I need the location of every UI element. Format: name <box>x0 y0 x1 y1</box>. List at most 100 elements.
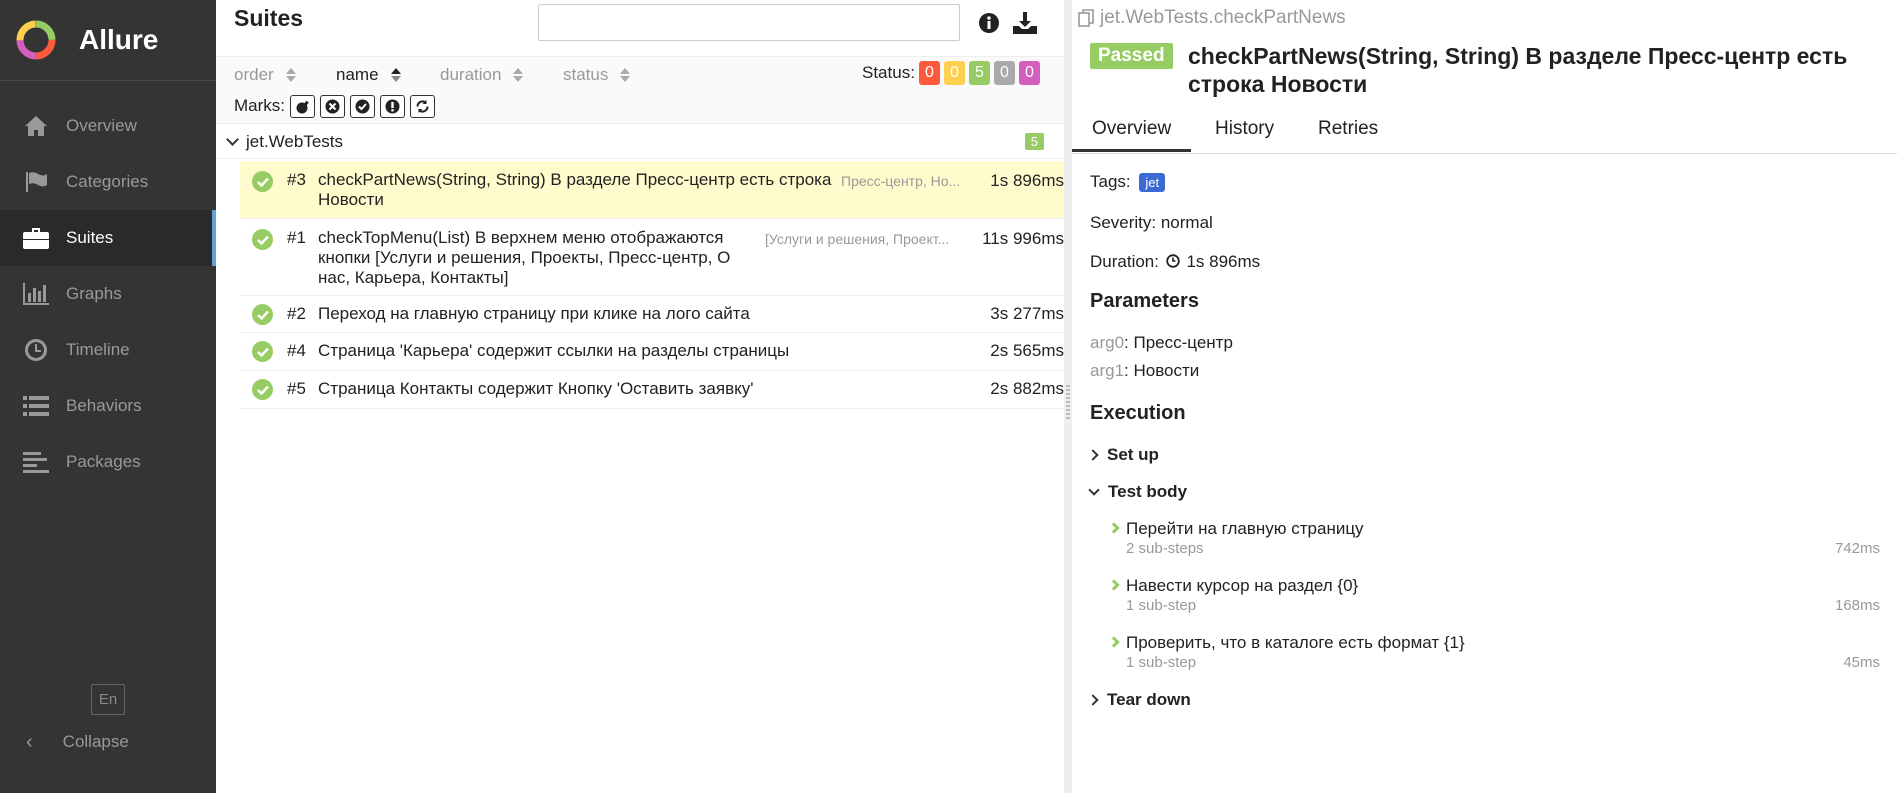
test-params: [Услуги и решения, Проект... <box>765 231 950 247</box>
status-badge-unknown[interactable]: 0 <box>1019 61 1040 85</box>
flag-icon <box>22 170 50 194</box>
test-body-section[interactable]: Test body <box>1088 482 1187 502</box>
status-badge-skipped[interactable]: 0 <box>994 61 1015 85</box>
test-row[interactable]: #1 checkTopMenu(List) В верхнем меню ото… <box>240 219 1064 296</box>
test-row[interactable]: #2 Переход на главную страницу при клике… <box>240 296 1064 333</box>
briefcase-icon <box>22 226 50 250</box>
sort-arrows-icon <box>620 67 631 83</box>
sidebar-item-overview[interactable]: Overview <box>0 98 216 154</box>
sidebar-item-graphs[interactable]: Graphs <box>0 266 216 322</box>
tab-retries[interactable]: Retries <box>1318 118 1378 152</box>
app-name: Allure <box>79 24 159 55</box>
status-badge-passed[interactable]: 5 <box>969 61 990 85</box>
sidebar-item-packages[interactable]: Packages <box>0 434 216 490</box>
tag-badge[interactable]: jet <box>1139 173 1166 192</box>
sort-status[interactable]: status <box>563 65 631 85</box>
sidebar: Allure Overview Categories Suites Graphs <box>0 0 216 793</box>
sort-arrows-icon <box>390 67 401 83</box>
sort-label: order <box>234 65 274 84</box>
test-row[interactable]: #4 Страница 'Карьера' содержит ссылки на… <box>240 333 1064 371</box>
new-failed-mark-icon[interactable] <box>320 95 345 118</box>
status-badge-broken[interactable]: 0 <box>944 61 965 85</box>
sort-order[interactable]: order <box>234 65 296 85</box>
step-substeps: 2 sub-steps <box>1126 540 1204 557</box>
status-badge: Passed <box>1090 43 1173 69</box>
sidebar-item-categories[interactable]: Categories <box>0 154 216 210</box>
sidebar-item-behaviors[interactable]: Behaviors <box>0 378 216 434</box>
clock-icon <box>22 338 50 362</box>
sidebar-item-timeline[interactable]: Timeline <box>0 322 216 378</box>
passed-check-icon <box>252 304 273 325</box>
param-key: arg0 <box>1090 333 1125 352</box>
sort-label: status <box>563 65 609 84</box>
sidebar-item-label: Graphs <box>66 284 122 303</box>
chevron-right-icon <box>1108 579 1120 591</box>
new-passed-mark-icon[interactable] <box>350 95 375 118</box>
step-substeps: 1 sub-step <box>1126 597 1197 614</box>
param-row: arg0: Пресс-центр <box>1090 333 1233 352</box>
new-broken-mark-icon[interactable] <box>380 95 405 118</box>
duration-value: 1s 896ms <box>1186 252 1261 271</box>
teardown-section[interactable]: Tear down <box>1087 690 1191 710</box>
sort-arrows-icon <box>285 67 296 83</box>
list-icon <box>22 394 50 418</box>
param-value: Пресс-центр <box>1133 333 1233 352</box>
suites-pane: Suites order name duration status Status… <box>216 0 1064 793</box>
passed-check-icon <box>252 171 273 192</box>
chevron-right-icon <box>1087 449 1099 461</box>
step-title: Навести курсор на раздел {0} <box>1126 576 1359 595</box>
step-duration: 45ms <box>1843 654 1880 671</box>
copy-icon <box>1078 9 1094 27</box>
info-icon[interactable] <box>978 12 1000 34</box>
test-name: checkTopMenu(List) В верхнем меню отобра… <box>318 228 731 287</box>
sort-duration[interactable]: duration <box>440 65 524 85</box>
sidebar-item-label: Behaviors <box>66 396 142 415</box>
download-icon[interactable] <box>1013 12 1037 34</box>
test-list: #3 checkPartNews(String, String) В разде… <box>240 161 1064 409</box>
sidebar-item-label: Timeline <box>66 340 130 359</box>
chevron-right-icon <box>1087 694 1099 706</box>
setup-section[interactable]: Set up <box>1087 445 1159 465</box>
tab-history[interactable]: History <box>1215 118 1274 152</box>
test-name: Страница 'Карьера' содержит ссылки на ра… <box>318 341 790 360</box>
retries-mark-icon[interactable] <box>410 95 435 118</box>
tab-overview[interactable]: Overview <box>1071 118 1192 152</box>
marks-label: Marks: <box>234 96 285 115</box>
chevron-down-icon <box>226 133 239 146</box>
suite-group-name: jet.WebTests <box>246 132 344 151</box>
test-number: #3 <box>287 170 306 189</box>
home-icon <box>22 114 50 138</box>
suite-group-row[interactable]: jet.WebTests 5 <box>216 125 1064 159</box>
bar-chart-icon <box>22 282 50 306</box>
test-duration: 1s 896ms <box>990 171 1064 190</box>
clock-icon <box>1166 254 1180 268</box>
test-full-path[interactable]: jet.WebTests.checkPartNews <box>1078 7 1346 29</box>
sidebar-item-suites[interactable]: Suites <box>0 210 216 266</box>
test-row[interactable]: #5 Страница Контакты содержит Кнопку 'Ос… <box>240 371 1064 409</box>
test-row[interactable]: #3 checkPartNews(String, String) В разде… <box>240 161 1064 219</box>
collapse-button[interactable]: ‹ Collapse <box>0 726 129 758</box>
flaky-mark-icon[interactable] <box>290 95 315 118</box>
test-name: Страница Контакты содержит Кнопку 'Остав… <box>318 379 754 398</box>
step-duration: 742ms <box>1834 540 1880 557</box>
step-row[interactable]: Перейти на главную страницу 2 sub-steps … <box>1108 519 1880 563</box>
tags-label: Tags: <box>1090 172 1131 191</box>
test-duration: 11s 996ms <box>982 229 1064 248</box>
language-button[interactable]: En <box>91 684 125 715</box>
page-title: Suites <box>234 5 304 31</box>
step-row[interactable]: Навести курсор на раздел {0} 1 sub-step … <box>1108 576 1880 620</box>
step-row[interactable]: Проверить, что в каталоге есть формат {1… <box>1108 633 1880 677</box>
status-badge-failed[interactable]: 0 <box>919 61 940 85</box>
sort-name[interactable]: name <box>336 65 401 85</box>
step-substeps: 1 sub-step <box>1126 654 1197 671</box>
search-input[interactable] <box>538 4 960 41</box>
execution-heading: Execution <box>1090 402 1186 424</box>
step-title: Перейти на главную страницу <box>1126 519 1364 538</box>
sidebar-nav: Overview Categories Suites Graphs Timeli… <box>0 98 216 490</box>
brand[interactable]: Allure <box>0 0 216 81</box>
sidebar-item-label: Suites <box>66 228 114 247</box>
status-filter-label: Status: <box>862 63 915 82</box>
pane-splitter[interactable] <box>1064 0 1072 793</box>
allure-logo-icon <box>16 20 56 60</box>
test-number: #1 <box>287 228 306 247</box>
